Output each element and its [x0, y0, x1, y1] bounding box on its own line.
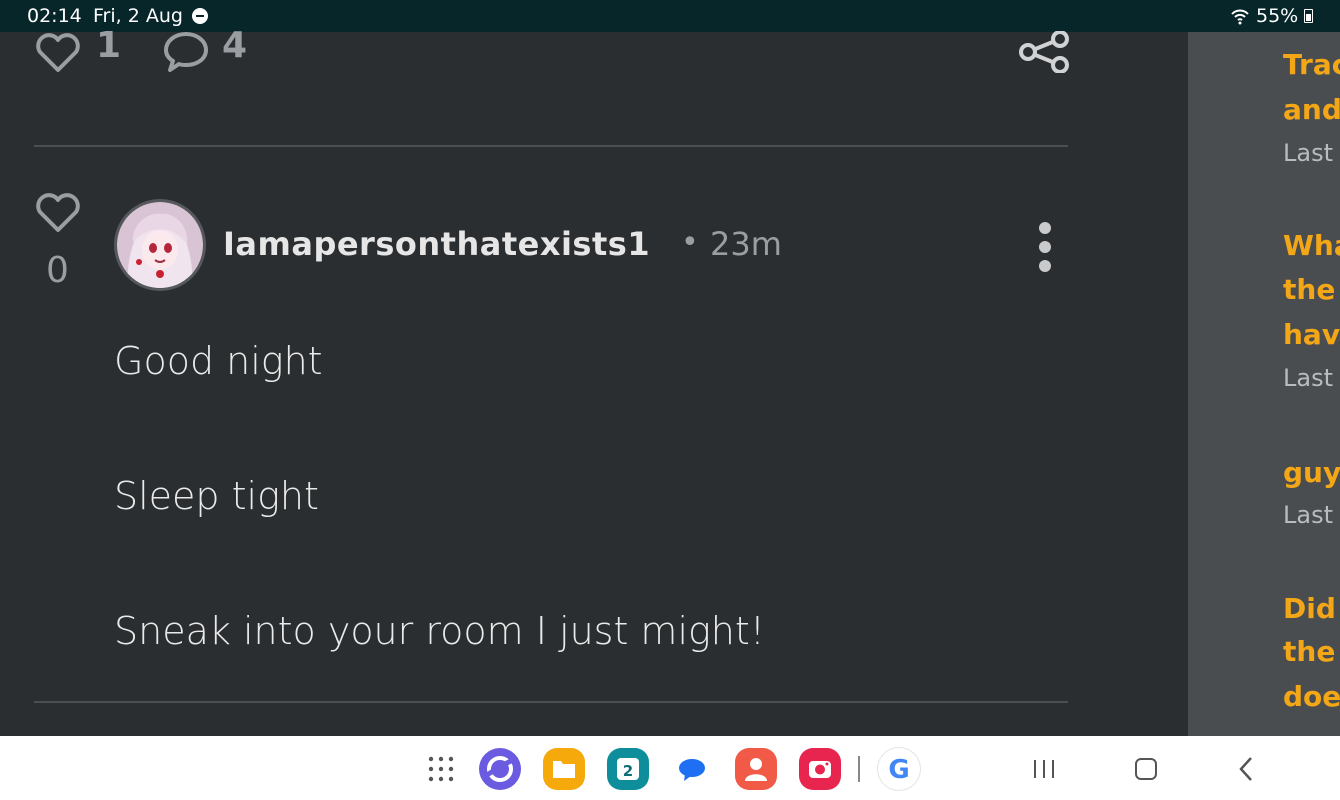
battery-icon — [1304, 9, 1313, 23]
battery-level: 55% — [1256, 5, 1299, 27]
my-files-icon[interactable] — [543, 748, 585, 790]
status-bar: 02:14 Fri, 2 Aug 55% — [0, 0, 1340, 32]
clock: 02:14 — [27, 5, 82, 27]
sidebar-thread-title[interactable]: and — [1283, 87, 1340, 132]
home-icon[interactable] — [1134, 757, 1158, 785]
sidebar-thread-title[interactable]: the — [1283, 629, 1335, 674]
separator-dot: • — [681, 225, 699, 260]
comment-vote-count: 0 — [46, 250, 69, 291]
wifi-icon — [1230, 7, 1250, 25]
comment-body-line: Sneak into your room I just might! — [114, 609, 766, 653]
sidebar-thread-title[interactable]: Did — [1283, 586, 1336, 631]
sidebar-thread-title[interactable]: the — [1283, 267, 1335, 312]
sidebar-thread-meta: Last — [1283, 501, 1333, 529]
google-letter: G — [888, 755, 909, 785]
sidebar-thread-title[interactable]: Trac — [1283, 42, 1340, 87]
comment-bubble-icon[interactable] — [162, 30, 210, 74]
sidebar-thread-meta: Last — [1283, 139, 1333, 167]
do-not-disturb-icon — [192, 8, 208, 24]
comment-body-line: Sleep tight — [114, 474, 319, 518]
back-icon[interactable] — [1238, 756, 1254, 786]
avatar[interactable] — [114, 199, 206, 291]
comment-count: 4 — [222, 25, 248, 66]
divider — [34, 145, 1068, 147]
sidebar-thread-meta: Last — [1283, 364, 1333, 392]
divider — [34, 701, 1068, 703]
date: Fri, 2 Aug — [93, 5, 183, 27]
comment-like-heart-icon[interactable] — [34, 192, 82, 234]
messages-icon[interactable] — [671, 748, 713, 790]
like-count: 1 — [96, 25, 122, 66]
share-icon[interactable] — [1018, 31, 1072, 73]
calendar-day: 2 — [623, 762, 633, 780]
app-drawer-icon[interactable] — [428, 756, 454, 786]
comment-username[interactable]: Iamapersonthatexists1 — [223, 225, 650, 263]
contacts-icon[interactable] — [735, 748, 777, 790]
thread-content[interactable]: 1 4 0 Iamapersonthatexists1 • 23m Good n… — [0, 25, 1188, 736]
comment-timestamp: 23m — [710, 225, 782, 263]
sidebar-thread-title[interactable]: guy — [1283, 450, 1340, 495]
taskbar: 2 G — [0, 736, 1340, 800]
related-threads-sidebar: Trac and Last Wha the hav Last guy Last … — [1188, 32, 1340, 736]
like-heart-icon[interactable] — [34, 32, 82, 74]
internet-browser-icon[interactable] — [479, 748, 521, 790]
sidebar-thread-title[interactable]: hav — [1283, 312, 1340, 357]
more-options-icon[interactable] — [1036, 222, 1054, 272]
sidebar-thread-title[interactable]: doe — [1283, 674, 1340, 719]
sidebar-thread-title[interactable]: Wha — [1283, 223, 1340, 268]
camera-icon[interactable] — [799, 748, 841, 790]
google-app-icon[interactable]: G — [878, 748, 920, 790]
recent-apps-icon[interactable] — [1032, 759, 1056, 783]
dock-divider — [858, 756, 860, 782]
calendar-icon[interactable]: 2 — [607, 748, 649, 790]
comment-body-line: Good night — [114, 339, 323, 383]
